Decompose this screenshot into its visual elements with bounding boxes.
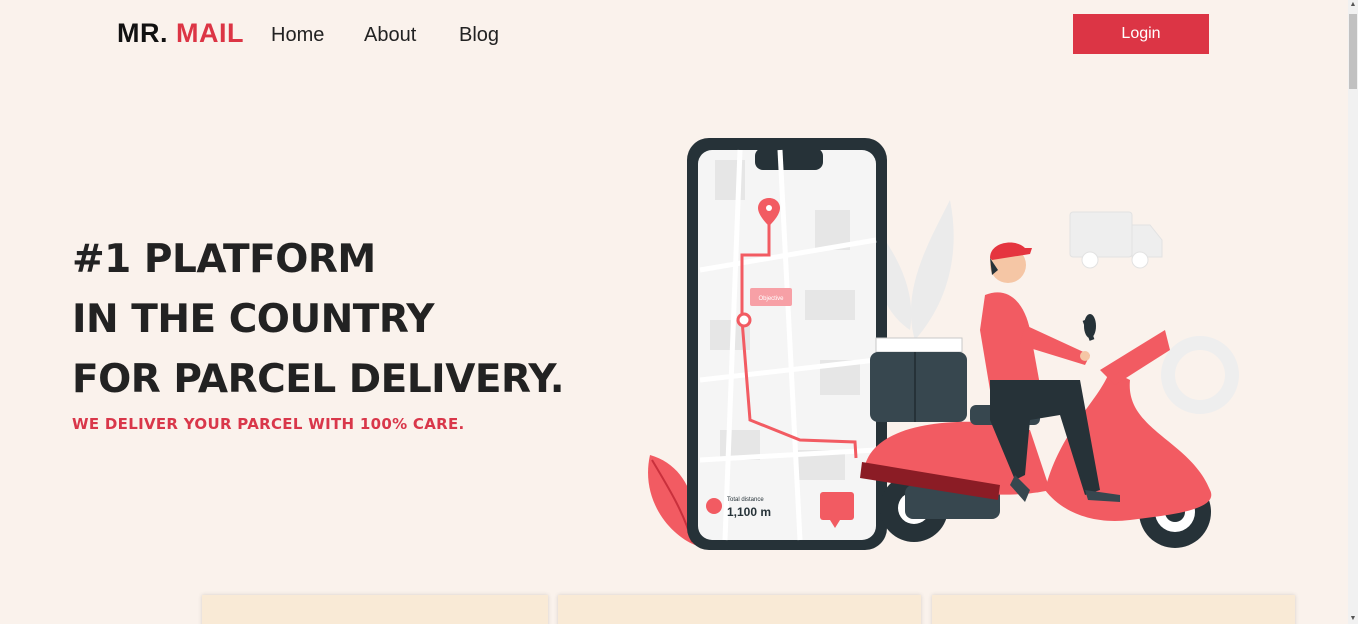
- feature-card-1: [202, 595, 548, 624]
- delivery-box-icon: [870, 337, 967, 422]
- hero-title-line3: FOR PARCEL DELIVERY.: [72, 357, 565, 402]
- background-plant-icon: [878, 200, 954, 340]
- scroll-thumb[interactable]: [1349, 14, 1357, 89]
- page-scrollbar[interactable]: ▲ ▼: [1348, 0, 1358, 624]
- feature-card-2: [558, 595, 921, 624]
- truck-icon: [1069, 211, 1163, 269]
- scroll-up-arrow-icon[interactable]: ▲: [1349, 0, 1357, 10]
- brand-logo[interactable]: MR. MAIL: [117, 18, 244, 49]
- brand-part1: MR.: [117, 18, 168, 48]
- distance-value: 1,100 m: [727, 505, 771, 519]
- hero-title-line1: #1 PLATFORM: [72, 237, 376, 282]
- gear-decoration-icon: [1161, 336, 1239, 414]
- feature-card-3: [932, 595, 1295, 624]
- nav-about[interactable]: About: [364, 24, 416, 47]
- delivery-scooter-illustration: Objective Total distance 1,100 m: [648, 138, 1239, 550]
- distance-label: Total distance: [727, 497, 764, 503]
- scroll-down-arrow-icon[interactable]: ▼: [1349, 614, 1357, 624]
- hero-subtitle: WE DELIVER YOUR PARCEL WITH 100% CARE.: [72, 415, 465, 433]
- phone-icon: Objective Total distance 1,100 m: [687, 138, 887, 550]
- hero-title-line2: IN THE COUNTRY: [72, 297, 435, 342]
- navbar: MR. MAIL Home About Blog Login: [0, 0, 1340, 70]
- hero-title: #1 PLATFORM IN THE COUNTRY FOR PARCEL DE…: [72, 230, 565, 410]
- nav-home[interactable]: Home: [271, 24, 324, 47]
- nav-blog[interactable]: Blog: [459, 24, 499, 47]
- map-tag: Objective: [758, 296, 784, 302]
- brand-part2: MAIL: [176, 18, 244, 48]
- login-button[interactable]: Login: [1073, 14, 1209, 54]
